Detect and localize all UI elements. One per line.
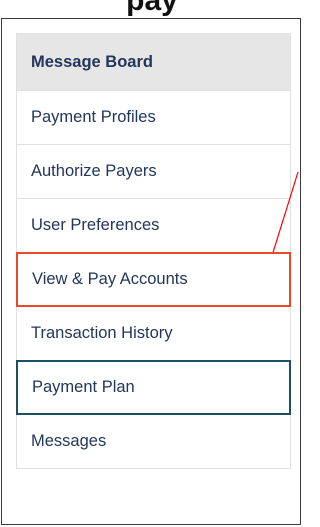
menu-item-message-board[interactable]: Message Board (16, 33, 291, 91)
menu-item-transaction-history[interactable]: Transaction History (16, 306, 291, 361)
menu-item-label: View & Pay Accounts (32, 270, 188, 288)
menu-item-label: User Preferences (31, 216, 160, 234)
menu-item-label: Payment Profiles (31, 108, 156, 126)
menu-item-view-pay-accounts[interactable]: View & Pay Accounts (16, 252, 291, 307)
menu-item-payment-profiles[interactable]: Payment Profiles (16, 90, 291, 145)
menu-item-user-preferences[interactable]: User Preferences (16, 198, 291, 253)
menu-item-label: Authorize Payers (31, 162, 157, 180)
menu-item-label: Message Board (31, 52, 153, 71)
menu-item-label: Payment Plan (32, 378, 135, 396)
menu-item-authorize-payers[interactable]: Authorize Payers (16, 144, 291, 199)
screenshot-stage: pay Message Board Payment Profiles Autho… (0, 0, 304, 527)
menu-item-messages[interactable]: Messages (16, 414, 291, 469)
menu-item-payment-plan[interactable]: Payment Plan (16, 360, 291, 415)
account-menu-panel: Message Board Payment Profiles Authorize… (1, 18, 301, 525)
menu-item-label: Messages (31, 432, 107, 450)
cropped-heading: pay (126, 0, 178, 17)
account-menu: Message Board Payment Profiles Authorize… (16, 33, 291, 469)
menu-item-label: Transaction History (31, 324, 173, 342)
